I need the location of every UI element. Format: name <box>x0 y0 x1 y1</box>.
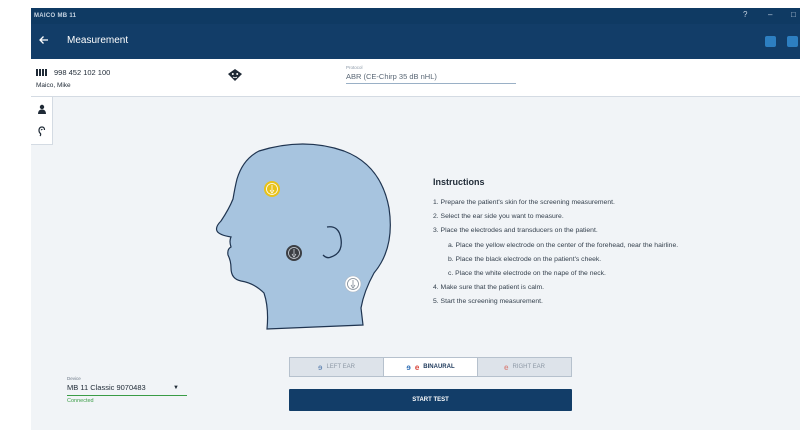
barcode-icon <box>36 69 48 76</box>
device-value: MB 11 Classic 9070483 <box>67 383 146 392</box>
white-electrode <box>344 275 362 293</box>
left-ear-icon: ɘ <box>317 362 323 372</box>
binaural-label: BINAURAL <box>423 364 455 370</box>
instructions-panel: Instructions 1. Prepare the patient's sk… <box>433 177 773 310</box>
window-titlebar: MAICO MB 11 ? – □ <box>31 8 800 24</box>
patient-id-row: 998 452 102 100 <box>36 68 110 77</box>
yellow-electrode <box>264 181 280 197</box>
instruction-step: 3. Place the electrodes and transducers … <box>433 227 598 235</box>
dropdown-arrow-icon: ▼ <box>173 385 179 391</box>
save-icon[interactable] <box>787 36 798 47</box>
right-ear-label: RIGHT EAR <box>512 364 545 370</box>
black-electrode <box>286 245 302 261</box>
patient-name: Maico, Mike <box>36 82 71 89</box>
device-selector: Device MB 11 Classic 9070483 ▼ Connected <box>67 376 187 404</box>
protocol-value: ABR (CE-Chirp 35 dB nHL) <box>346 72 437 81</box>
device-status: Connected <box>67 398 94 404</box>
device-dropdown[interactable]: MB 11 Classic 9070483 ▼ <box>67 383 187 396</box>
instruction-step: 4. Make sure that the patient is calm. <box>433 284 545 292</box>
maximize-button[interactable]: □ <box>791 10 796 19</box>
print-icon[interactable] <box>765 36 776 47</box>
patient-icon <box>38 104 46 114</box>
left-ear-button[interactable]: ɘ LEFT EAR <box>290 358 383 376</box>
baby-face-icon <box>228 69 242 81</box>
protocol-label: Protocol <box>346 65 363 70</box>
instruction-step: 2. Select the ear side you want to measu… <box>433 213 564 221</box>
head-outline <box>215 143 391 330</box>
instruction-substep: b. Place the black electrode on the pati… <box>448 255 602 263</box>
instructions-title: Instructions <box>433 177 485 187</box>
binaural-button[interactable]: ɘ e BINAURAL <box>383 358 478 376</box>
side-tabs <box>31 97 53 145</box>
tab-patient[interactable] <box>34 101 50 117</box>
window-title: MAICO MB 11 <box>34 13 77 19</box>
ear-selector: ɘ LEFT EAR ɘ e BINAURAL e RIGHT EAR <box>289 357 572 377</box>
arrow-left-icon <box>39 36 48 44</box>
app-header: Measurement <box>31 24 800 59</box>
left-ear-label: LEFT EAR <box>326 364 356 370</box>
start-test-button[interactable]: START TEST <box>289 389 572 411</box>
page-title: Measurement <box>67 35 129 46</box>
minimize-button[interactable]: – <box>768 10 772 19</box>
instruction-step: 5. Start the screening measurement. <box>433 298 543 306</box>
instruction-substep: c. Place the white electrode on the nape… <box>448 270 606 278</box>
back-button[interactable] <box>39 33 49 48</box>
instruction-step: 1. Prepare the patient's skin for the sc… <box>433 199 615 206</box>
patient-bar: 998 452 102 100 Maico, Mike Protocol ABR… <box>31 59 800 97</box>
right-ear-icon: e <box>503 362 509 372</box>
left-ear-icon: ɘ <box>406 362 411 372</box>
protocol-field[interactable]: Protocol ABR (CE-Chirp 35 dB nHL) <box>346 65 516 84</box>
help-button[interactable]: ? <box>743 10 747 19</box>
ear-icon <box>38 125 46 136</box>
right-ear-icon: e <box>414 362 420 372</box>
head-illustration <box>215 143 391 330</box>
instruction-substep: a. Place the yellow electrode on the cen… <box>448 241 679 249</box>
device-label: Device <box>67 376 81 381</box>
right-ear-button[interactable]: e RIGHT EAR <box>478 358 571 376</box>
tab-ear[interactable] <box>34 123 50 139</box>
patient-id: 998 452 102 100 <box>54 68 111 77</box>
